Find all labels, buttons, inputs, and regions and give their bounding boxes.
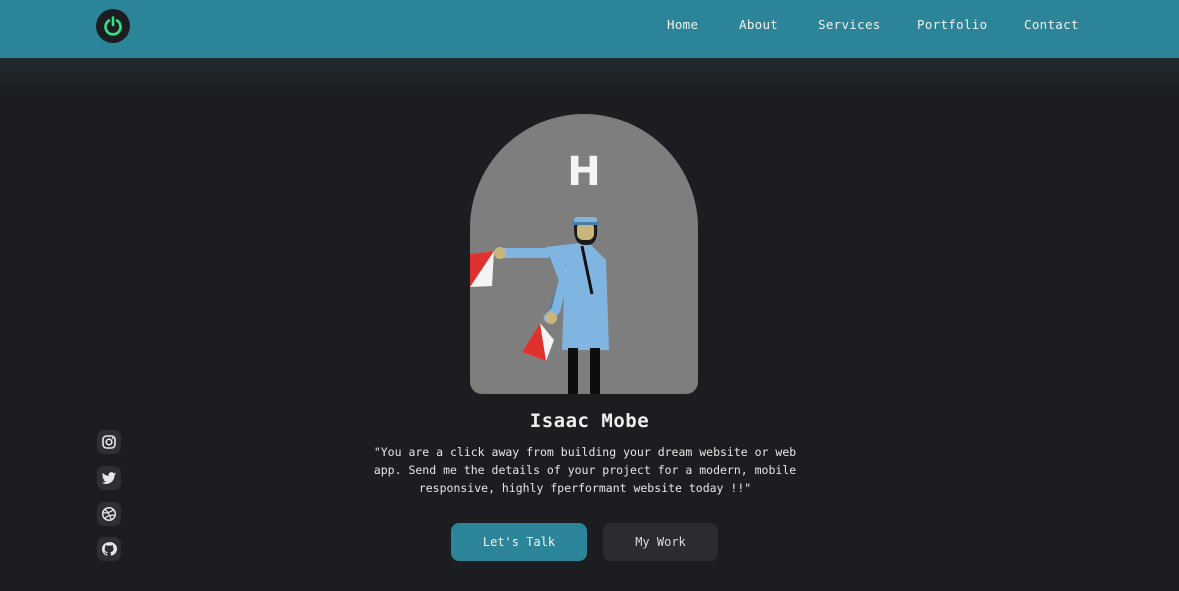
twitter-icon[interactable] <box>97 466 121 490</box>
nav-about[interactable]: About <box>739 17 778 32</box>
nav-home[interactable]: Home <box>667 17 698 32</box>
nav-contact[interactable]: Contact <box>1024 17 1079 32</box>
hero-tagline: "You are a click away from building your… <box>373 445 797 495</box>
hero-name: Isaac Mobe <box>529 410 650 432</box>
lets-talk-button[interactable]: Let's Talk <box>451 523 587 561</box>
header-shadow <box>0 58 1179 98</box>
my-work-button[interactable]: My Work <box>603 523 718 561</box>
nav-portfolio[interactable]: Portfolio <box>917 17 987 32</box>
dribbble-icon[interactable] <box>97 502 121 526</box>
avatar-letter: H <box>567 149 600 195</box>
hero-avatar: H <box>470 114 698 394</box>
nav-services[interactable]: Services <box>818 17 881 32</box>
instagram-icon[interactable] <box>97 430 121 454</box>
main-nav: Home About Services Portfolio Contact <box>0 0 1179 52</box>
github-icon[interactable] <box>97 537 121 561</box>
